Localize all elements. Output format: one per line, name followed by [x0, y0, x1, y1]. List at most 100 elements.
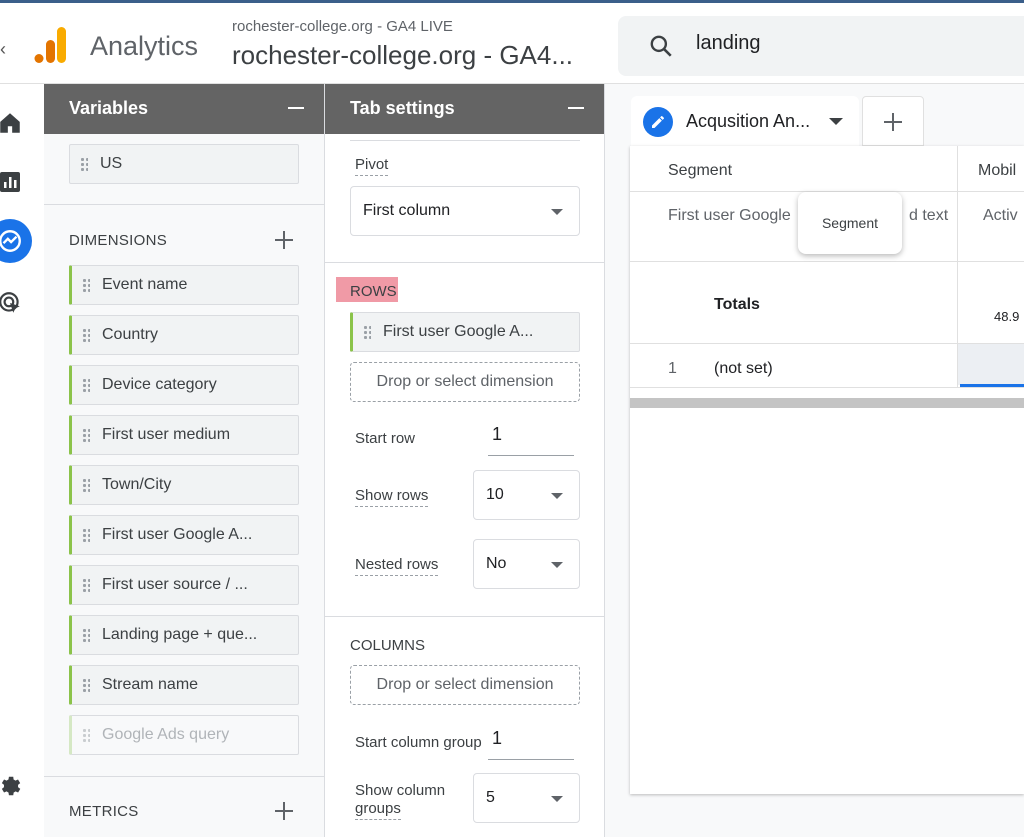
- dimension-label: First user medium: [102, 426, 231, 443]
- column-divider: [957, 146, 958, 387]
- drag-handle-icon[interactable]: [82, 428, 90, 444]
- account-name[interactable]: rochester-college.org - GA4 LIVE: [232, 18, 453, 35]
- drag-handle-icon[interactable]: [82, 528, 90, 544]
- tab-settings-title: Tab settings: [350, 98, 455, 118]
- show-rows-label: Show rows: [355, 487, 429, 507]
- nested-rows-select[interactable]: No: [473, 539, 580, 589]
- segment-chip-us[interactable]: US: [69, 144, 299, 184]
- dimension-label: Event name: [102, 276, 188, 293]
- divider: [325, 262, 604, 263]
- explore-icon[interactable]: [0, 219, 32, 263]
- divider: [44, 776, 324, 777]
- drag-handle-icon[interactable]: [82, 728, 90, 744]
- nested-rows-label: Nested rows: [355, 556, 439, 576]
- add-tab-button[interactable]: [862, 96, 924, 146]
- add-dimension-icon[interactable]: [275, 231, 293, 249]
- drag-handle-icon[interactable]: [82, 478, 90, 494]
- home-icon[interactable]: [0, 101, 32, 145]
- columns-drop-zone[interactable]: Drop or select dimension: [350, 665, 580, 705]
- variables-panel: Variables US DIMENSIONS Event name Count…: [44, 84, 325, 837]
- row-dimension-header[interactable]: First user Google: [668, 207, 791, 225]
- freeform-table: Segment Mobil First user Google d text A…: [630, 146, 1024, 794]
- dimension-label: Country: [102, 326, 159, 343]
- segment-column-header: Segment: [668, 162, 733, 179]
- app-title: Analytics: [90, 31, 199, 61]
- pivot-label: Pivot: [355, 156, 389, 176]
- tab-settings-panel: Tab settings Pivot First column ROWS Fir…: [325, 84, 605, 837]
- reports-icon[interactable]: [0, 160, 32, 204]
- dropdown-caret-icon: [551, 493, 563, 499]
- drag-handle-icon[interactable]: [82, 578, 90, 594]
- dimension-chip-disabled[interactable]: Google Ads query: [69, 715, 299, 755]
- segment-value-header: Mobil: [978, 162, 1017, 179]
- dimension-label: First user Google A...: [102, 526, 253, 543]
- tab-menu-caret-icon[interactable]: [829, 118, 843, 125]
- columns-label: COLUMNS: [350, 637, 426, 654]
- dimension-chip[interactable]: Country: [69, 315, 299, 355]
- advertising-icon[interactable]: [0, 281, 32, 325]
- rows-dimension-label: First user Google A...: [383, 323, 534, 340]
- dimension-label: Device category: [102, 376, 217, 393]
- rows-dimension-chip[interactable]: First user Google A...: [350, 312, 580, 352]
- top-app-bar: ‹ Analytics rochester-college.org - GA4 …: [0, 0, 1024, 84]
- variables-header: Variables: [44, 84, 324, 134]
- show-column-groups-label-2: groups: [355, 800, 401, 820]
- search-input[interactable]: landing: [696, 32, 761, 55]
- dimension-chip[interactable]: Event name: [69, 265, 299, 305]
- tab-label: Acqusition An...: [686, 111, 811, 131]
- nested-rows-value: No: [486, 555, 507, 572]
- divider: [630, 387, 1024, 388]
- drag-handle-icon[interactable]: [82, 678, 90, 694]
- segment-tooltip: Segment: [798, 192, 902, 254]
- drag-handle-icon[interactable]: [80, 157, 88, 173]
- horizontal-scrollbar[interactable]: [630, 398, 1024, 408]
- divider: [325, 616, 604, 617]
- dimension-chip[interactable]: Device category: [69, 365, 299, 405]
- dimension-chip[interactable]: First user Google A...: [69, 515, 299, 555]
- segment-chip-label: US: [100, 155, 123, 172]
- pivot-value: First column: [363, 202, 451, 219]
- variables-title: Variables: [69, 98, 149, 118]
- show-column-groups-select[interactable]: 5: [473, 773, 580, 823]
- metric-column-header[interactable]: Activ: [983, 207, 1018, 225]
- start-row-input[interactable]: 1: [488, 424, 574, 456]
- drag-handle-icon[interactable]: [82, 278, 90, 294]
- start-column-group-label: Start column group: [355, 734, 482, 751]
- row-dimension-value[interactable]: (not set): [714, 360, 773, 378]
- drag-handle-icon[interactable]: [82, 378, 90, 394]
- show-column-groups-value: 5: [486, 789, 495, 806]
- dropdown-caret-icon: [551, 209, 563, 215]
- start-column-group-input[interactable]: 1: [488, 728, 574, 760]
- analytics-logo-icon[interactable]: [34, 25, 68, 65]
- rows-label: ROWS: [350, 283, 397, 300]
- show-rows-select[interactable]: 10: [473, 470, 580, 520]
- dimension-chip[interactable]: First user medium: [69, 415, 299, 455]
- divider: [44, 204, 324, 205]
- dimension-chip[interactable]: Stream name: [69, 665, 299, 705]
- drag-handle-icon[interactable]: [363, 325, 371, 341]
- show-rows-value: 10: [486, 486, 504, 503]
- dimension-chip[interactable]: Landing page + que...: [69, 615, 299, 655]
- tab-acquisition-analysis[interactable]: Acqusition An...: [631, 96, 859, 146]
- dimensions-label: DIMENSIONS: [69, 232, 168, 249]
- dropdown-caret-icon: [551, 562, 563, 568]
- exploration-canvas: Acqusition An... Segment Mobil First use…: [605, 84, 1024, 837]
- tab-settings-header: Tab settings: [325, 84, 604, 134]
- pivot-select[interactable]: First column: [350, 186, 580, 236]
- drag-handle-icon[interactable]: [82, 328, 90, 344]
- back-arrow-icon[interactable]: ‹: [0, 39, 6, 60]
- settings-icon[interactable]: [0, 764, 32, 808]
- rows-drop-zone[interactable]: Drop or select dimension: [350, 362, 580, 402]
- add-metric-icon[interactable]: [275, 802, 293, 820]
- collapse-variables-icon[interactable]: [288, 107, 304, 109]
- dimension-chip[interactable]: First user source / ...: [69, 565, 299, 605]
- dimension-label: Landing page + que...: [102, 626, 258, 643]
- property-picker[interactable]: rochester-college.org - GA4...: [232, 40, 573, 71]
- dimension-label: Stream name: [102, 676, 199, 693]
- dimension-chip[interactable]: Town/City: [69, 465, 299, 505]
- collapse-tab-settings-icon[interactable]: [568, 107, 584, 109]
- drag-handle-icon[interactable]: [82, 628, 90, 644]
- edit-pencil-icon[interactable]: [643, 107, 673, 137]
- row-dimension-header-tail: d text: [909, 207, 949, 224]
- search-bar[interactable]: landing: [618, 16, 1024, 76]
